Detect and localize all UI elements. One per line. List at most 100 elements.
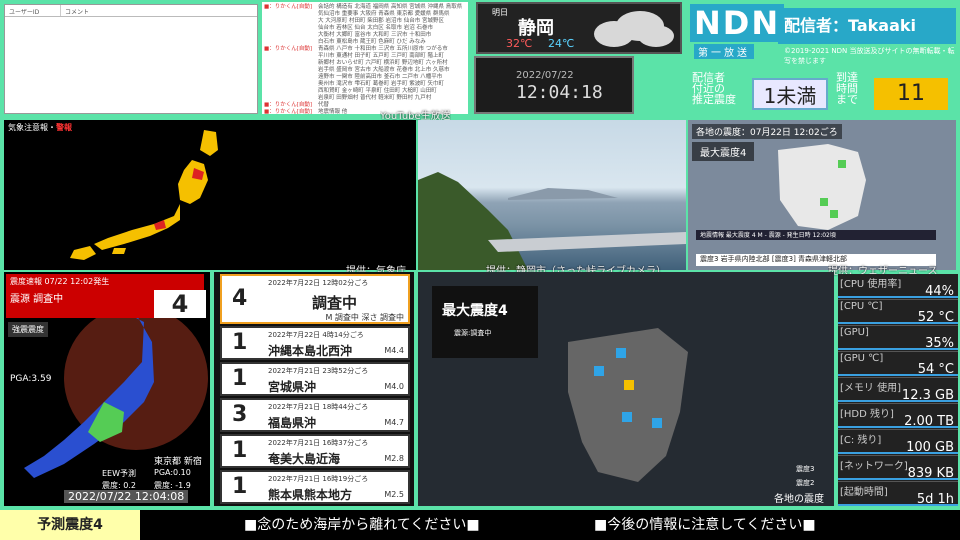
chat-text: 新郷村 おいらせ町 六戸町 横浜町 野辺地町 六ヶ所村 (318, 60, 448, 66)
ticker-2: ■今後の情報に注意してください■ (594, 517, 816, 533)
history-item[interactable]: 1 2022年7月21日 23時52分ごろ 宮城県沖 M4.0 (220, 362, 410, 396)
copyright: ©2019-2021 NDN 当放送及びサイトの無断転載・転写を禁じます (784, 47, 955, 65)
chat-user: ■：りかくん[自動] (264, 4, 312, 10)
delivery-label: 配信者：Takaaki (778, 8, 956, 44)
chat-user (264, 67, 318, 74)
chat-row: 大衡村 大郷町 富谷市 大和町 三沢市 十和田市 (264, 32, 466, 39)
ndn-logo: NDN (690, 4, 785, 42)
history-magnitude: M4.7 (384, 418, 404, 427)
history-intensity: 4 (232, 286, 248, 311)
clock-time: 12:04:18 (516, 82, 603, 103)
history-intensity: 1 (232, 438, 248, 463)
clock-date: 2022/07/22 (516, 70, 574, 81)
stat-row: [メモリ 使用] 12.3 GB (838, 378, 958, 404)
stat-key: [C: 残り] (840, 435, 882, 446)
history-place: 沖縄本島北西沖 (268, 344, 353, 358)
chat-user: ■：りかくん[自動] (264, 109, 312, 114)
history-magnitude: M 調査中 深さ 調査中 (325, 313, 404, 322)
chat-text: 西和賀町 金ヶ崎町 平泉町 住田町 大槌町 山田町 (318, 88, 437, 94)
history-time: 2022年7月22日 4時14分ごろ (268, 331, 364, 339)
chat-user (264, 32, 318, 39)
ticker-1: ■念のため海岸から離れてください■ (244, 517, 480, 533)
ndn-header: NDN 第一放送 配信者：Takaaki ©2019-2021 NDN 当放送及… (688, 2, 960, 118)
history-item[interactable]: 4 2022年7月22日 12時02分ごろ 調査中 M 調査中 深さ 調査中 (220, 274, 410, 324)
main-map-button[interactable]: 各地の震度 (774, 490, 824, 505)
history-item[interactable]: 1 2022年7月21日 16時19分ごろ 熊本県熊本地方 M2.5 (220, 470, 410, 504)
eew-pga2: PGA:0.10 (154, 468, 191, 477)
chat-user (264, 95, 318, 102)
chat-row: 岩泉町 田野畑村 普代村 軽米町 野田村 九戸村 (264, 95, 466, 102)
ticker: ■念のため海岸から離れてください■ ■今後の情報に注意してください■ (140, 510, 960, 540)
estimate-label: 配信者 付近の 推定震度 (692, 72, 736, 105)
news-panel: 各地の震度：07月22日 12:02ごろ 最大震度4 地震情報 最大震度 4 M… (688, 120, 956, 270)
stat-graph (838, 504, 958, 506)
weather-high: 32℃ (506, 37, 533, 50)
stat-graph (838, 452, 958, 454)
weather-low: 24℃ (548, 37, 575, 50)
chat-log: ■：りかくん[自動] 会話的 構造有 北海道 福岡県 高知県 宮城県 沖縄県 鳥取… (262, 2, 468, 114)
main-map: 最大震度4 震源:調査中 震度3 震度2 各地の震度 (418, 272, 834, 506)
stat-graph (838, 296, 958, 298)
history-magnitude: M2.8 (384, 454, 404, 463)
chat-user (264, 39, 318, 46)
stat-key: [CPU ℃] (840, 301, 883, 312)
main-map-card: 最大震度4 震源:調査中 (432, 286, 538, 358)
eew-strong: 強震震度 (8, 322, 48, 337)
chat-row: ■：りかくん[自動] 青森県 八戸市 十和田市 三沢市 五所川原市 つがる市 (264, 46, 466, 53)
eew-pga: PGA:3.59 (10, 374, 52, 384)
main-map-title: 最大震度4 (442, 303, 508, 319)
system-stats: [CPU 使用率] 44% [CPU ℃] 52 °C [GPU] 35% [GPU ℃] 5… (838, 274, 958, 506)
arrival-label-3: まで (836, 93, 858, 106)
weather-day: 明日 (492, 8, 508, 17)
chat-row: 平川市 東通村 田子町 五戸町 三戸町 南部町 階上町 (264, 53, 466, 60)
stat-row: [CPU ℃] 52 °C (838, 300, 958, 326)
news-max: 最大震度4 (692, 142, 755, 161)
chat-row: ■：りかくん[自動] 会話的 構造有 北海道 福岡県 高知県 宮城県 沖縄県 鳥取… (264, 4, 466, 11)
stat-graph (838, 478, 958, 480)
chat-user (264, 74, 318, 81)
history-place: 調査中 (312, 294, 358, 312)
predict-label: 予測震度4 (0, 510, 140, 540)
chat-user: ■：りかくん[自動] (264, 102, 312, 108)
chat-text: 遠野市 一関市 陸前高田市 釜石市 二戸市 八幡平市 (318, 74, 443, 80)
live-camera (418, 120, 686, 270)
eew-pred-label: EEW予測 (102, 469, 137, 478)
stat-row: [ネットワーク] 839 KB (838, 456, 958, 482)
chat-user (264, 60, 318, 67)
stat-graph (838, 426, 958, 428)
legend-2: 震度2 (796, 479, 815, 487)
stat-row: [起動時間] 5d 1h (838, 482, 958, 506)
chat-col-comment: コメント (65, 9, 90, 16)
chat-text: 大衡村 大郷町 富谷市 大和町 三沢市 十和田市 (318, 32, 432, 38)
chat-row: 新郷村 おいらせ町 六戸町 横浜町 野辺地町 六ヶ所村 (264, 60, 466, 67)
camera-scene (418, 172, 686, 270)
ndn-sub: 第一放送 (694, 44, 754, 59)
history-magnitude: M4.4 (384, 346, 404, 355)
chat-header: ユーザーID コメント (5, 5, 257, 17)
stat-key: [GPU ℃] (840, 353, 884, 364)
stat-row: [GPU ℃] 54 °C (838, 352, 958, 378)
history-intensity: 1 (232, 366, 248, 391)
cloud-icon (594, 11, 674, 47)
eew-panel: 震度速報 07/22 12:02発生 震源 調査中 4 強震震度 PGA:3.5… (4, 272, 210, 506)
history-place: 奄美大島近海 (268, 452, 341, 466)
history-intensity: 1 (232, 330, 248, 355)
history-item[interactable]: 3 2022年7月21日 18時44分ごろ 福島県沖 M4.7 (220, 398, 410, 432)
clock-panel: 2022/07/22 12:04:18 (474, 56, 634, 114)
chat-user (264, 53, 318, 60)
chat-row: 奥州市 滝沢市 雫石町 葛巻町 岩手町 紫波町 矢巾町 (264, 81, 466, 88)
history-magnitude: M2.5 (384, 490, 404, 499)
estimate-value: 1未満 (752, 78, 828, 110)
chat-row: 西和賀町 金ヶ崎町 平泉町 住田町 大槌町 山田町 (264, 88, 466, 95)
history-item[interactable]: 1 2022年7月22日 4時14分ごろ沖縄本島北西沖 M4.4 (220, 326, 410, 360)
chat-row: 気仙沼市 重要事 大阪府 青森県 東京都 愛媛県 群馬県 (264, 11, 466, 18)
stat-key: [CPU 使用率] (840, 279, 902, 290)
chat-text: 気仙沼市 重要事 大阪府 青森県 東京都 愛媛県 群馬県 (318, 11, 450, 17)
history-intensity: 1 (232, 474, 248, 499)
chat-table: ユーザーID コメント (4, 4, 258, 114)
stat-key: [起動時間] (840, 487, 888, 498)
history-place: 福島県沖 (268, 416, 317, 430)
chat-text: 地震情報 他 (318, 109, 348, 114)
chat-row: 白石市 東松島市 蔵王町 色麻町 ひだ みなみ (264, 39, 466, 46)
history-item[interactable]: 1 2022年7月21日 16時37分ごろ 奄美大島近海 M2.8 (220, 434, 410, 468)
